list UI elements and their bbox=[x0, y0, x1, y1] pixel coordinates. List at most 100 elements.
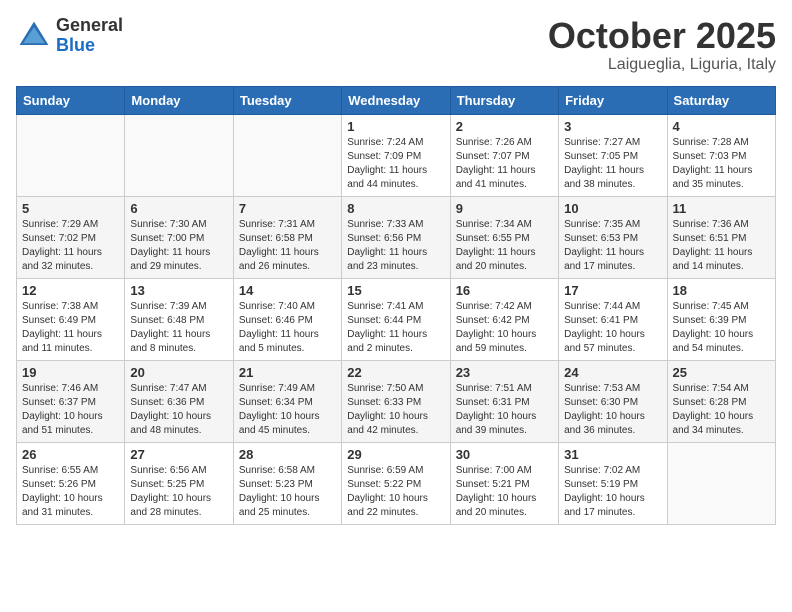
calendar-week-1: 1 Sunrise: 7:24 AM Sunset: 7:09 PM Daylig… bbox=[17, 114, 776, 196]
day-info: Sunrise: 7:30 AM Sunset: 7:00 PM Dayligh… bbox=[130, 218, 227, 274]
day-number: 17 bbox=[564, 283, 661, 298]
logo-text: General Blue bbox=[56, 16, 123, 56]
calendar-day: 20 Sunrise: 7:47 AM Sunset: 6:36 PM Dayli… bbox=[125, 360, 233, 442]
day-number: 14 bbox=[239, 283, 336, 298]
day-info: Sunrise: 6:59 AM Sunset: 5:22 PM Dayligh… bbox=[347, 464, 444, 520]
calendar-day: 11Sunrise: 7:36 AM Sunset: 6:51 PM Dayli… bbox=[667, 196, 775, 278]
calendar-day: 14Sunrise: 7:40 AM Sunset: 6:46 PM Dayli… bbox=[233, 278, 341, 360]
day-number: 25 bbox=[673, 365, 770, 380]
header-sunday: Sunday bbox=[17, 86, 125, 114]
calendar-day: 26 Sunrise: 6:55 AM Sunset: 5:26 PM Dayli… bbox=[17, 442, 125, 524]
day-info: Sunrise: 7:29 AM Sunset: 7:02 PM Dayligh… bbox=[22, 218, 119, 274]
day-info: Sunrise: 7:38 AM Sunset: 6:49 PM Dayligh… bbox=[22, 300, 119, 356]
calendar-day: 22 Sunrise: 7:50 AM Sunset: 6:33 PM Dayli… bbox=[342, 360, 450, 442]
day-number: 20 bbox=[130, 365, 227, 380]
calendar-day: 18 Sunrise: 7:45 AM Sunset: 6:39 PM Dayli… bbox=[667, 278, 775, 360]
day-number: 29 bbox=[347, 447, 444, 462]
day-number: 1 bbox=[347, 119, 444, 134]
calendar-day: 5Sunrise: 7:29 AM Sunset: 7:02 PM Daylig… bbox=[17, 196, 125, 278]
day-info: Sunrise: 7:39 AM Sunset: 6:48 PM Dayligh… bbox=[130, 300, 227, 356]
day-number: 12 bbox=[22, 283, 119, 298]
day-number: 6 bbox=[130, 201, 227, 216]
day-info: Sunrise: 6:58 AM Sunset: 5:23 PM Dayligh… bbox=[239, 464, 336, 520]
calendar-week-5: 26 Sunrise: 6:55 AM Sunset: 5:26 PM Dayli… bbox=[17, 442, 776, 524]
header-saturday: Saturday bbox=[667, 86, 775, 114]
calendar-day bbox=[125, 114, 233, 196]
calendar-day: 1 Sunrise: 7:24 AM Sunset: 7:09 PM Daylig… bbox=[342, 114, 450, 196]
calendar-day: 7Sunrise: 7:31 AM Sunset: 6:58 PM Daylig… bbox=[233, 196, 341, 278]
calendar-day: 30Sunrise: 7:00 AM Sunset: 5:21 PM Dayli… bbox=[450, 442, 558, 524]
month-title: October 2025 bbox=[548, 16, 776, 56]
calendar-day: 21Sunrise: 7:49 AM Sunset: 6:34 PM Dayli… bbox=[233, 360, 341, 442]
day-number: 18 bbox=[673, 283, 770, 298]
calendar-day: 19Sunrise: 7:46 AM Sunset: 6:37 PM Dayli… bbox=[17, 360, 125, 442]
day-info: Sunrise: 7:26 AM Sunset: 7:07 PM Dayligh… bbox=[456, 136, 553, 192]
day-number: 27 bbox=[130, 447, 227, 462]
day-number: 28 bbox=[239, 447, 336, 462]
logo: General Blue bbox=[16, 16, 123, 56]
calendar-week-3: 12 Sunrise: 7:38 AM Sunset: 6:49 PM Dayli… bbox=[17, 278, 776, 360]
calendar-day: 2Sunrise: 7:26 AM Sunset: 7:07 PM Daylig… bbox=[450, 114, 558, 196]
day-info: Sunrise: 7:24 AM Sunset: 7:09 PM Dayligh… bbox=[347, 136, 444, 192]
day-number: 15 bbox=[347, 283, 444, 298]
calendar-day: 17 Sunrise: 7:44 AM Sunset: 6:41 PM Dayli… bbox=[559, 278, 667, 360]
day-info: Sunrise: 7:41 AM Sunset: 6:44 PM Dayligh… bbox=[347, 300, 444, 356]
day-number: 24 bbox=[564, 365, 661, 380]
location-title: Laigueglia, Liguria, Italy bbox=[548, 56, 776, 74]
calendar-table: Sunday Monday Tuesday Wednesday Thursday… bbox=[16, 86, 776, 525]
day-info: Sunrise: 7:02 AM Sunset: 5:19 PM Dayligh… bbox=[564, 464, 661, 520]
day-number: 21 bbox=[239, 365, 336, 380]
day-info: Sunrise: 7:42 AM Sunset: 6:42 PM Dayligh… bbox=[456, 300, 553, 356]
day-number: 4 bbox=[673, 119, 770, 134]
day-number: 31 bbox=[564, 447, 661, 462]
calendar-week-4: 19Sunrise: 7:46 AM Sunset: 6:37 PM Dayli… bbox=[17, 360, 776, 442]
calendar-day: 25Sunrise: 7:54 AM Sunset: 6:28 PM Dayli… bbox=[667, 360, 775, 442]
day-info: Sunrise: 7:50 AM Sunset: 6:33 PM Dayligh… bbox=[347, 382, 444, 438]
calendar-body: 1 Sunrise: 7:24 AM Sunset: 7:09 PM Daylig… bbox=[17, 114, 776, 524]
calendar-day: 31 Sunrise: 7:02 AM Sunset: 5:19 PM Dayli… bbox=[559, 442, 667, 524]
calendar-day: 3 Sunrise: 7:27 AM Sunset: 7:05 PM Daylig… bbox=[559, 114, 667, 196]
calendar-day: 6 Sunrise: 7:30 AM Sunset: 7:00 PM Daylig… bbox=[125, 196, 233, 278]
day-info: Sunrise: 6:55 AM Sunset: 5:26 PM Dayligh… bbox=[22, 464, 119, 520]
day-number: 8 bbox=[347, 201, 444, 216]
header-friday: Friday bbox=[559, 86, 667, 114]
header-wednesday: Wednesday bbox=[342, 86, 450, 114]
day-info: Sunrise: 6:56 AM Sunset: 5:25 PM Dayligh… bbox=[130, 464, 227, 520]
calendar-day: 16 Sunrise: 7:42 AM Sunset: 6:42 PM Dayli… bbox=[450, 278, 558, 360]
calendar-day: 12 Sunrise: 7:38 AM Sunset: 6:49 PM Dayli… bbox=[17, 278, 125, 360]
day-number: 11 bbox=[673, 201, 770, 216]
day-number: 9 bbox=[456, 201, 553, 216]
day-info: Sunrise: 7:27 AM Sunset: 7:05 PM Dayligh… bbox=[564, 136, 661, 192]
title-area: October 2025 Laigueglia, Liguria, Italy bbox=[548, 16, 776, 74]
header-row: Sunday Monday Tuesday Wednesday Thursday… bbox=[17, 86, 776, 114]
logo-general: General bbox=[56, 16, 123, 36]
day-number: 23 bbox=[456, 365, 553, 380]
day-info: Sunrise: 7:00 AM Sunset: 5:21 PM Dayligh… bbox=[456, 464, 553, 520]
calendar-day bbox=[233, 114, 341, 196]
day-info: Sunrise: 7:45 AM Sunset: 6:39 PM Dayligh… bbox=[673, 300, 770, 356]
day-number: 16 bbox=[456, 283, 553, 298]
day-info: Sunrise: 7:44 AM Sunset: 6:41 PM Dayligh… bbox=[564, 300, 661, 356]
day-number: 22 bbox=[347, 365, 444, 380]
day-number: 26 bbox=[22, 447, 119, 462]
page-header: General Blue October 2025 Laigueglia, Li… bbox=[16, 16, 776, 74]
day-number: 10 bbox=[564, 201, 661, 216]
day-info: Sunrise: 7:34 AM Sunset: 6:55 PM Dayligh… bbox=[456, 218, 553, 274]
day-info: Sunrise: 7:53 AM Sunset: 6:30 PM Dayligh… bbox=[564, 382, 661, 438]
calendar-day bbox=[17, 114, 125, 196]
calendar-day: 13 Sunrise: 7:39 AM Sunset: 6:48 PM Dayli… bbox=[125, 278, 233, 360]
day-info: Sunrise: 7:47 AM Sunset: 6:36 PM Dayligh… bbox=[130, 382, 227, 438]
calendar-day: 4 Sunrise: 7:28 AM Sunset: 7:03 PM Daylig… bbox=[667, 114, 775, 196]
day-number: 3 bbox=[564, 119, 661, 134]
header-thursday: Thursday bbox=[450, 86, 558, 114]
header-tuesday: Tuesday bbox=[233, 86, 341, 114]
calendar-day: 29 Sunrise: 6:59 AM Sunset: 5:22 PM Dayli… bbox=[342, 442, 450, 524]
logo-icon bbox=[16, 18, 52, 54]
day-info: Sunrise: 7:31 AM Sunset: 6:58 PM Dayligh… bbox=[239, 218, 336, 274]
calendar-day: 23Sunrise: 7:51 AM Sunset: 6:31 PM Dayli… bbox=[450, 360, 558, 442]
day-info: Sunrise: 7:33 AM Sunset: 6:56 PM Dayligh… bbox=[347, 218, 444, 274]
day-info: Sunrise: 7:28 AM Sunset: 7:03 PM Dayligh… bbox=[673, 136, 770, 192]
day-number: 13 bbox=[130, 283, 227, 298]
calendar-day: 8 Sunrise: 7:33 AM Sunset: 6:56 PM Daylig… bbox=[342, 196, 450, 278]
calendar-day: 28 Sunrise: 6:58 AM Sunset: 5:23 PM Dayli… bbox=[233, 442, 341, 524]
